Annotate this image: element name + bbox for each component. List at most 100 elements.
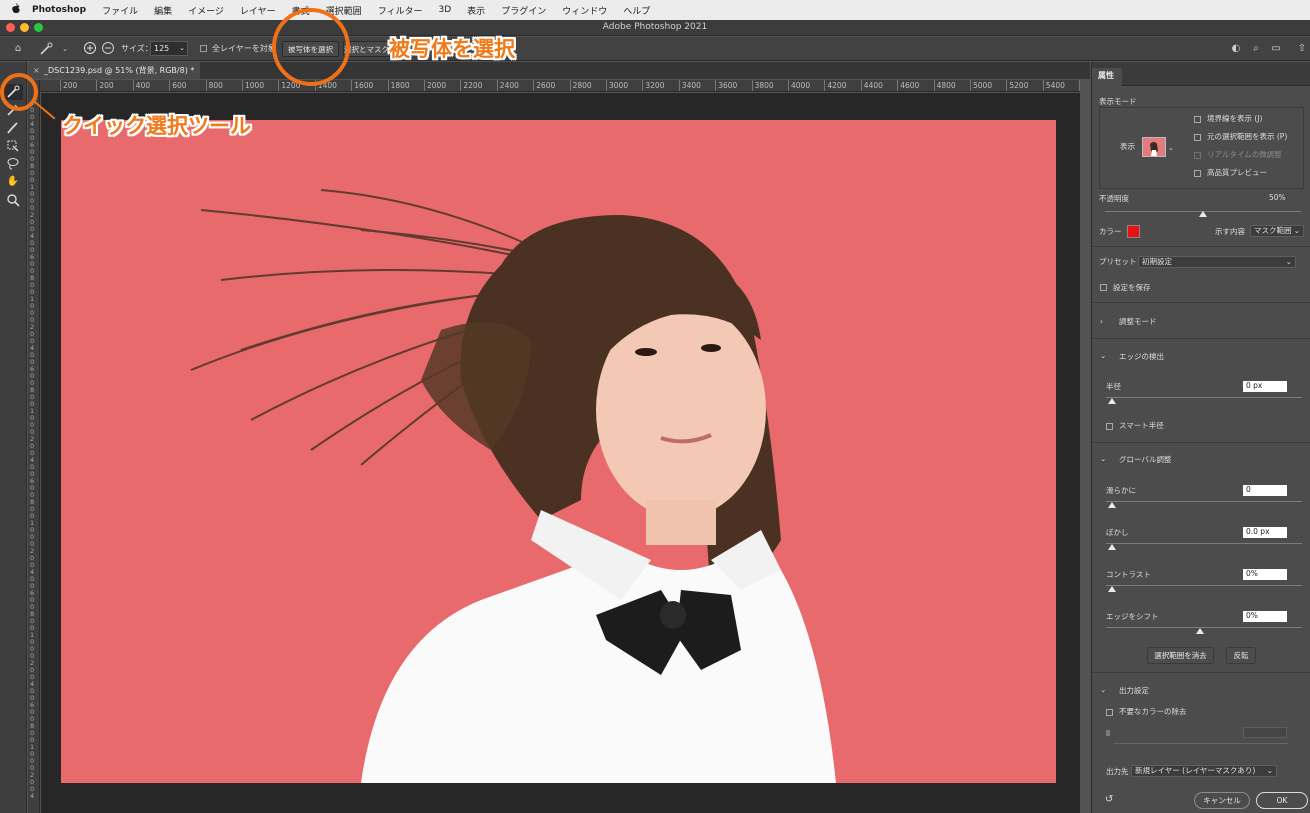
preset-select[interactable]: 初期設定 ⌄ <box>1138 256 1296 268</box>
edge-detect-label[interactable]: エッジの検出 <box>1119 352 1164 362</box>
brush-size-field[interactable]: 125 ⌄ <box>150 41 188 56</box>
show-edge-checkbox[interactable] <box>1194 116 1201 123</box>
menu-file[interactable]: ファイル <box>102 4 138 17</box>
contrast-slider-thumb[interactable] <box>1108 586 1116 592</box>
shift-edge-field[interactable]: 0% <box>1243 611 1287 622</box>
output-settings-label[interactable]: 出力設定 <box>1119 686 1149 696</box>
select-subject-annotation: 被写体を選択 <box>389 37 515 61</box>
menu-view[interactable]: 表示 <box>467 4 485 17</box>
clear-selection-button[interactable]: 選択範囲を消去 <box>1147 647 1214 664</box>
view-dropdown-icon[interactable]: ⌄ <box>1168 143 1174 153</box>
opacity-field[interactable]: 50% <box>1266 193 1302 204</box>
sample-all-layers-checkbox[interactable] <box>200 45 207 52</box>
chevron-down-icon[interactable]: ⌄ <box>1100 454 1106 464</box>
menu-image[interactable]: イメージ <box>188 4 224 17</box>
color-swatch[interactable] <box>1127 225 1140 238</box>
chevron-down-icon[interactable]: ⌄ <box>1100 685 1106 695</box>
preset-label: プリセット <box>1099 257 1137 266</box>
divider <box>1092 672 1310 673</box>
menu-layer[interactable]: レイヤー <box>240 4 276 17</box>
menu-filter[interactable]: フィルター <box>378 4 423 17</box>
properties-panel: 属性 表示モード 表示 ⌄ 境界線を表示 (J) 元の選択範囲を表示 (P) リ… <box>1091 62 1310 813</box>
new-selection-icon[interactable] <box>82 41 98 57</box>
quick-selection-preset-icon[interactable] <box>38 41 54 57</box>
hq-preview-checkbox[interactable] <box>1194 170 1201 177</box>
workspace-icon[interactable]: ▭ <box>1268 41 1284 57</box>
radius-slider-track[interactable] <box>1106 397 1302 398</box>
shift-edge-slider-thumb[interactable] <box>1196 628 1204 634</box>
menu-window[interactable]: ウィンドウ <box>562 4 607 17</box>
ruler-tick-label: 2200 <box>460 80 482 91</box>
share-icon[interactable]: ⇧ <box>1294 41 1310 57</box>
brush-tool-icon[interactable] <box>3 120 23 136</box>
brush-size-dropdown-icon[interactable]: ⌄ <box>179 42 185 55</box>
contrast-field[interactable]: 0% <box>1243 569 1287 580</box>
horizontal-ruler: 200 200 400 600 800 1000 1200 1400 1600 1800 2000 2… <box>40 80 1080 92</box>
document-tab[interactable]: × _DSC1239.psd @ 51% (背景, RGB/8) * <box>28 62 200 79</box>
invert-button[interactable]: 反転 <box>1226 647 1256 664</box>
smooth-field[interactable]: 0 <box>1243 485 1287 496</box>
opacity-label: 不透明度 <box>1099 194 1129 203</box>
feather-slider-thumb[interactable] <box>1108 544 1116 550</box>
home-icon[interactable]: ⌂ <box>10 41 26 57</box>
chevron-down-icon[interactable]: ⌄ <box>1100 351 1106 361</box>
remember-settings-checkbox[interactable] <box>1100 284 1107 291</box>
subtract-selection-icon[interactable] <box>100 41 116 57</box>
radius-label: 半径 <box>1106 382 1121 391</box>
indicates-select[interactable]: マスク範囲 ⌄ <box>1250 225 1304 237</box>
menu-edit[interactable]: 編集 <box>154 4 172 17</box>
radius-field[interactable]: 0 px <box>1243 381 1287 392</box>
search-icon[interactable]: ⌕ <box>1248 41 1264 57</box>
show-original-checkbox[interactable] <box>1194 134 1201 141</box>
output-to-select[interactable]: 新規レイヤー (レイヤーマスクあり) ⌄ <box>1131 765 1277 777</box>
close-tab-icon[interactable]: × <box>33 62 40 79</box>
object-selection-tool-icon[interactable] <box>3 138 23 154</box>
ruler-tick-label: 5400 <box>1042 80 1065 91</box>
photo-canvas[interactable] <box>61 120 1056 783</box>
smooth-slider-thumb[interactable] <box>1108 502 1116 508</box>
select-and-mask-button[interactable]: 選択とマスク... <box>343 41 393 57</box>
view-thumbnail[interactable] <box>1142 137 1166 157</box>
apple-icon[interactable] <box>0 3 32 17</box>
preset-dropdown-icon[interactable]: ⌄ <box>57 41 73 57</box>
ruler-tick-label: 2400 <box>496 80 519 91</box>
radius-slider-thumb[interactable] <box>1108 398 1116 404</box>
tab-properties[interactable]: 属性 <box>1092 68 1122 86</box>
ruler-tick-label: 2800 <box>569 80 592 91</box>
menu-photoshop[interactable]: Photoshop <box>32 5 86 15</box>
view-mode-title: 表示モード <box>1099 97 1137 106</box>
menu-3d[interactable]: 3D <box>439 5 452 15</box>
opacity-slider-thumb[interactable] <box>1199 211 1207 217</box>
hand-tool-icon[interactable]: ✋ <box>3 174 23 190</box>
amount-slider-track <box>1114 743 1288 744</box>
chevron-right-icon[interactable]: › <box>1100 317 1103 327</box>
view-label: 表示 <box>1120 142 1135 151</box>
ok-button[interactable]: OK <box>1256 792 1308 809</box>
tools-panel: ✋ <box>0 62 27 813</box>
menu-plugins[interactable]: プラグイン <box>501 4 546 17</box>
shift-edge-slider-track[interactable] <box>1106 627 1302 628</box>
reset-icon[interactable]: ↺ <box>1105 795 1113 805</box>
lasso-tool-icon[interactable] <box>3 156 23 172</box>
learn-icon[interactable]: ◐ <box>1228 41 1244 57</box>
ruler-tick-label: 5200 <box>1006 80 1028 91</box>
smart-radius-checkbox[interactable] <box>1106 423 1113 430</box>
smart-radius-label: スマート半径 <box>1119 421 1164 430</box>
ruler-tick-label: 3000 <box>606 80 628 91</box>
smooth-label: 滑らかに <box>1106 486 1136 495</box>
contrast-slider-track[interactable] <box>1106 585 1302 586</box>
window-title: Adobe Photoshop 2021 <box>602 22 708 32</box>
show-original-label: 元の選択範囲を表示 (P) <box>1207 132 1288 141</box>
cancel-button[interactable]: キャンセル <box>1194 792 1250 809</box>
zoom-tool-icon[interactable] <box>3 192 23 208</box>
ruler-tick-label: 3800 <box>751 80 774 91</box>
smooth-slider-track[interactable] <box>1106 501 1302 502</box>
ruler-tick-label: 1600 <box>351 80 373 91</box>
decontaminate-checkbox[interactable] <box>1106 709 1113 716</box>
ruler-digit: 4 <box>30 792 35 800</box>
adjust-mode-label[interactable]: 調整モード <box>1119 317 1157 327</box>
menu-help[interactable]: ヘルプ <box>623 4 650 17</box>
feather-field[interactable]: 0.0 px <box>1243 527 1287 538</box>
feather-slider-track[interactable] <box>1106 543 1302 544</box>
global-refinements-label[interactable]: グローバル調整 <box>1119 455 1171 465</box>
